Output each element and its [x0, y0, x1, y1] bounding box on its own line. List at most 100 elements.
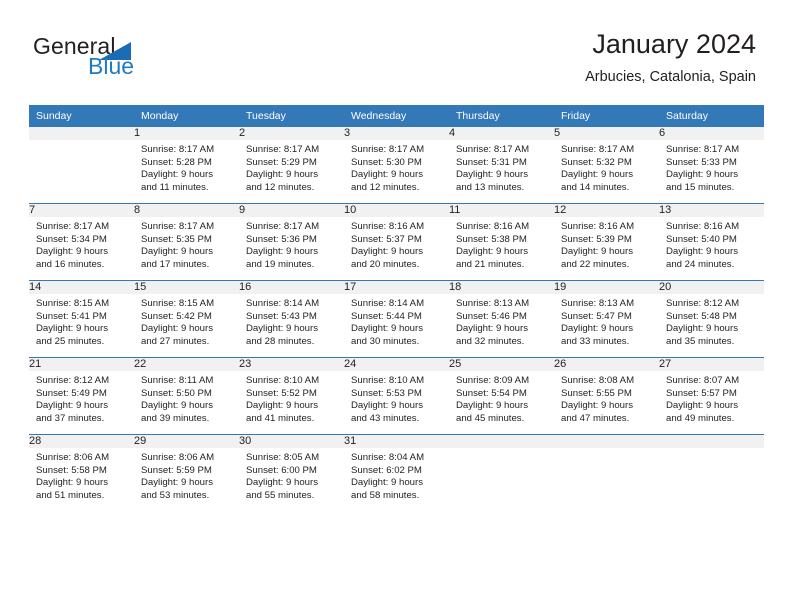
daylight-text: Daylight: 9 hours: [561, 246, 633, 257]
day-cell-content: [29, 140, 134, 197]
day-cell-content: Sunrise: 8:07 AM Sunset: 5:57 PM Daylight:…: [659, 371, 764, 434]
day-cell-content: Sunrise: 8:16 AM Sunset: 5:40 PM Daylight:…: [659, 217, 764, 280]
day-number[interactable]: 8: [134, 203, 239, 217]
daylight-text: Daylight: 9 hours: [141, 246, 213, 257]
week-detail-row: Sunrise: 8:06 AM Sunset: 5:58 PM Daylight:…: [29, 448, 764, 511]
day-number[interactable]: 18: [449, 280, 554, 294]
day-number[interactable]: 29: [134, 434, 239, 448]
day-number[interactable]: 19: [554, 280, 659, 294]
day-number[interactable]: 10: [344, 203, 449, 217]
daylight-text-cont: and 45 minutes.: [456, 412, 525, 424]
day-number[interactable]: 4: [449, 127, 554, 140]
day-number[interactable]: 13: [659, 203, 764, 217]
daylight-text-cont: and 14 minutes.: [561, 181, 630, 193]
daylight-text: Daylight: 9 hours: [351, 400, 423, 411]
day-number[interactable]: 3: [344, 127, 449, 140]
day-number[interactable]: 9: [239, 203, 344, 217]
day-cell-content: Sunrise: 8:17 AM Sunset: 5:31 PM Daylight:…: [449, 140, 554, 203]
sunrise-text: Sunrise: 8:07 AM: [666, 375, 740, 386]
column-header-tuesday: Tuesday: [239, 105, 344, 127]
sunrise-text: Sunrise: 8:09 AM: [456, 375, 530, 386]
week-row: 14 15 16 17 18 19 20: [29, 280, 764, 294]
day-cell-empty: [659, 448, 764, 511]
general-blue-logo[interactable]: General Blue: [33, 33, 213, 85]
sunrise-text: Sunrise: 8:17 AM: [36, 221, 110, 232]
day-cell-content: Sunrise: 8:13 AM Sunset: 5:47 PM Daylight:…: [554, 294, 659, 357]
column-header-saturday: Saturday: [659, 105, 764, 127]
page-subtitle: Arbucies, Catalonia, Spain: [585, 69, 756, 85]
day-cell: Sunrise: 8:17 AM Sunset: 5:28 PM Daylight:…: [134, 140, 239, 204]
day-number[interactable]: 30: [239, 434, 344, 448]
sunrise-text: Sunrise: 8:17 AM: [141, 144, 215, 155]
column-header-wednesday: Wednesday: [344, 105, 449, 127]
day-cell-content: Sunrise: 8:15 AM Sunset: 5:42 PM Daylight:…: [134, 294, 239, 357]
day-number[interactable]: 11: [449, 203, 554, 217]
daylight-text: Daylight: 9 hours: [456, 246, 528, 257]
day-number[interactable]: 12: [554, 203, 659, 217]
sunset-text: Sunset: 5:33 PM: [666, 156, 737, 168]
sunset-text: Sunset: 5:59 PM: [141, 464, 212, 476]
title-block: January 2024 Arbucies, Catalonia, Spain: [585, 28, 756, 86]
day-cell: Sunrise: 8:04 AM Sunset: 6:02 PM Daylight:…: [344, 448, 449, 511]
sunset-text: Sunset: 5:29 PM: [246, 156, 317, 168]
daylight-text-cont: and 16 minutes.: [36, 258, 105, 270]
daylight-text: Daylight: 9 hours: [36, 246, 108, 257]
week-detail-row: Sunrise: 8:12 AM Sunset: 5:49 PM Daylight:…: [29, 371, 764, 435]
sunset-text: Sunset: 5:31 PM: [456, 156, 527, 168]
logo-text-blue: Blue: [88, 53, 135, 79]
sunrise-text: Sunrise: 8:17 AM: [246, 221, 320, 232]
day-cell-content: Sunrise: 8:15 AM Sunset: 5:41 PM Daylight:…: [29, 294, 134, 357]
sunset-text: Sunset: 5:35 PM: [141, 233, 212, 245]
day-number[interactable]: 26: [554, 357, 659, 371]
day-cell: Sunrise: 8:14 AM Sunset: 5:44 PM Daylight:…: [344, 294, 449, 358]
day-cell: Sunrise: 8:17 AM Sunset: 5:35 PM Daylight:…: [134, 217, 239, 281]
day-number[interactable]: 28: [29, 434, 134, 448]
daylight-text: Daylight: 9 hours: [36, 477, 108, 488]
sunrise-text: Sunrise: 8:10 AM: [246, 375, 320, 386]
day-number[interactable]: 16: [239, 280, 344, 294]
sunrise-text: Sunrise: 8:15 AM: [141, 298, 215, 309]
sunset-text: Sunset: 6:00 PM: [246, 464, 317, 476]
week-row: 7 8 9 10 11 12 13: [29, 203, 764, 217]
daylight-text: Daylight: 9 hours: [456, 169, 528, 180]
sunset-text: Sunset: 5:41 PM: [36, 310, 107, 322]
daylight-text-cont: and 15 minutes.: [666, 181, 735, 193]
daylight-text-cont: and 25 minutes.: [36, 335, 105, 347]
day-number[interactable]: 22: [134, 357, 239, 371]
day-number[interactable]: 20: [659, 280, 764, 294]
day-number[interactable]: 5: [554, 127, 659, 140]
day-cell: Sunrise: 8:16 AM Sunset: 5:39 PM Daylight:…: [554, 217, 659, 281]
daylight-text: Daylight: 9 hours: [246, 246, 318, 257]
day-number[interactable]: 24: [344, 357, 449, 371]
day-number[interactable]: 27: [659, 357, 764, 371]
daylight-text-cont: and 35 minutes.: [666, 335, 735, 347]
day-cell: Sunrise: 8:07 AM Sunset: 5:57 PM Daylight:…: [659, 371, 764, 435]
day-cell-content: Sunrise: 8:12 AM Sunset: 5:49 PM Daylight:…: [29, 371, 134, 434]
day-number[interactable]: 6: [659, 127, 764, 140]
sunset-text: Sunset: 5:40 PM: [666, 233, 737, 245]
day-cell: Sunrise: 8:17 AM Sunset: 5:34 PM Daylight:…: [29, 217, 134, 281]
daylight-text: Daylight: 9 hours: [561, 323, 633, 334]
day-number[interactable]: 2: [239, 127, 344, 140]
day-cell-content: Sunrise: 8:09 AM Sunset: 5:54 PM Daylight:…: [449, 371, 554, 434]
day-number[interactable]: 31: [344, 434, 449, 448]
day-number[interactable]: 7: [29, 203, 134, 217]
day-number[interactable]: 23: [239, 357, 344, 371]
sunset-text: Sunset: 5:34 PM: [36, 233, 107, 245]
daylight-text: Daylight: 9 hours: [561, 400, 633, 411]
sunset-text: Sunset: 5:28 PM: [141, 156, 212, 168]
daylight-text: Daylight: 9 hours: [351, 169, 423, 180]
day-number[interactable]: 25: [449, 357, 554, 371]
sunset-text: Sunset: 5:32 PM: [561, 156, 632, 168]
day-cell: Sunrise: 8:17 AM Sunset: 5:30 PM Daylight:…: [344, 140, 449, 204]
day-number[interactable]: 21: [29, 357, 134, 371]
day-number[interactable]: 1: [134, 127, 239, 140]
day-cell-empty: [29, 140, 134, 204]
day-cell-content: Sunrise: 8:06 AM Sunset: 5:58 PM Daylight:…: [29, 448, 134, 511]
week-row: 28 29 30 31: [29, 434, 764, 448]
day-number[interactable]: 17: [344, 280, 449, 294]
day-number[interactable]: 14: [29, 280, 134, 294]
sunset-text: Sunset: 5:44 PM: [351, 310, 422, 322]
sunrise-text: Sunrise: 8:17 AM: [351, 144, 425, 155]
day-number[interactable]: 15: [134, 280, 239, 294]
